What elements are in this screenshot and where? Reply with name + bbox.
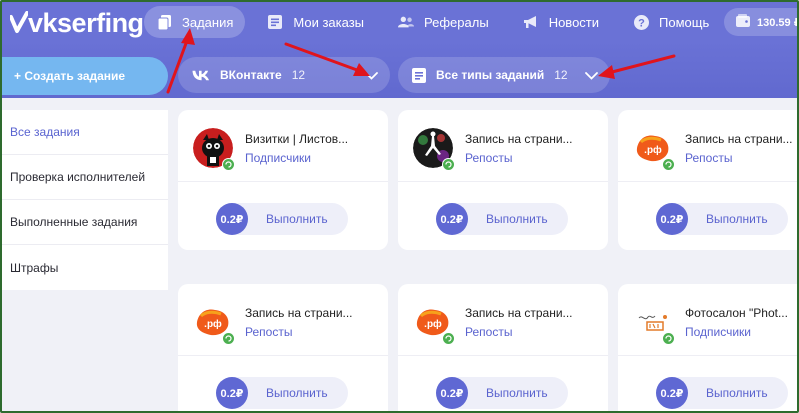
vk-icon xyxy=(192,70,210,81)
complete-button[interactable]: 0.2₽ Выполнить xyxy=(436,203,568,235)
task-type-filter-count: 12 xyxy=(554,68,568,82)
wallet-icon xyxy=(736,14,750,30)
main-nav: Задания Мои заказы Рефералы Новости ? По… xyxy=(144,6,731,38)
network-filter-count: 12 xyxy=(291,68,306,82)
sidebar: Все задания Проверка исполнителей Выполн… xyxy=(2,110,168,290)
nav-my-orders[interactable]: Мои заказы xyxy=(255,6,376,38)
chevron-down-icon xyxy=(365,69,378,83)
task-card[interactable]: Фотосалон "Phot... Подписчики 0.2₽ Выпол… xyxy=(618,284,797,411)
card-type[interactable]: Репосты xyxy=(465,151,512,165)
nav-referrals[interactable]: Рефералы xyxy=(386,6,501,38)
complete-label: Выполнить xyxy=(266,386,328,400)
svg-text:.рф: .рф xyxy=(204,318,222,330)
complete-button[interactable]: 0.2₽ Выполнить xyxy=(216,377,348,409)
complete-button[interactable]: 0.2₽ Выполнить xyxy=(656,377,788,409)
task-card[interactable]: .рф Запись на страни... Репосты 0.2₽ Вып… xyxy=(618,110,797,250)
megaphone-icon xyxy=(523,14,539,30)
task-card[interactable]: Запись на страни... Репосты 0.2₽ Выполни… xyxy=(398,110,608,250)
logo-check-icon xyxy=(10,11,28,33)
app-frame: vkserfing Задания Мои заказы Рефералы Но… xyxy=(0,0,799,413)
price-badge: 0.2₽ xyxy=(216,377,248,409)
nav-label: Помощь xyxy=(659,14,710,30)
network-filter-label: ВКонтакте xyxy=(220,68,282,82)
card-title: Запись на страни... xyxy=(465,132,573,146)
sidebar-item-penalties[interactable]: Штрафы xyxy=(2,245,168,290)
card-title: Запись на страни... xyxy=(245,306,353,320)
logo[interactable]: vkserfing xyxy=(10,8,144,38)
complete-label: Выполнить xyxy=(486,212,548,226)
nav-label: Новости xyxy=(548,14,600,30)
refresh-icon xyxy=(662,332,675,345)
complete-button[interactable]: 0.2₽ Выполнить xyxy=(436,377,568,409)
card-type[interactable]: Репосты xyxy=(465,325,512,339)
logo-text: vkserfing xyxy=(28,7,144,38)
create-task-button[interactable]: + Создать задание xyxy=(2,57,168,95)
complete-button[interactable]: 0.2₽ Выполнить xyxy=(656,203,788,235)
balance[interactable]: 130.59 ₽ xyxy=(724,8,799,36)
users-icon xyxy=(398,14,415,30)
task-card[interactable]: Визитки | Листов... Подписчики 0.2₽ Выпо… xyxy=(178,110,388,250)
card-type[interactable]: Подписчики xyxy=(245,151,311,165)
sidebar-item-completed-tasks[interactable]: Выполненные задания xyxy=(2,200,168,245)
balance-value: 130.59 ₽ xyxy=(757,16,799,29)
complete-label: Выполнить xyxy=(706,212,768,226)
task-type-filter[interactable]: Все типы заданий 12 xyxy=(398,57,610,93)
price-badge: 0.2₽ xyxy=(656,377,688,409)
complete-label: Выполнить xyxy=(266,212,328,226)
svg-text:?: ? xyxy=(638,17,645,29)
chevron-down-icon xyxy=(585,69,598,83)
card-type[interactable]: Подписчики xyxy=(685,325,751,339)
card-type[interactable]: Репосты xyxy=(685,151,732,165)
card-type[interactable]: Репосты xyxy=(245,325,292,339)
nav-news[interactable]: Новости xyxy=(511,6,611,38)
task-card[interactable]: .рф Запись на страни... Репосты 0.2₽ Вып… xyxy=(398,284,608,411)
refresh-icon xyxy=(222,332,235,345)
price-badge: 0.2₽ xyxy=(436,203,468,235)
card-title: Запись на страни... xyxy=(685,132,793,146)
svg-text:.рф: .рф xyxy=(424,318,442,330)
complete-label: Выполнить xyxy=(706,386,768,400)
document-icon xyxy=(412,67,426,83)
price-badge: 0.2₽ xyxy=(656,203,688,235)
refresh-icon xyxy=(222,158,235,171)
complete-label: Выполнить xyxy=(486,386,548,400)
question-icon: ? xyxy=(633,14,649,30)
price-badge: 0.2₽ xyxy=(216,203,248,235)
task-type-filter-label: Все типы заданий xyxy=(436,68,545,82)
refresh-icon xyxy=(662,158,675,171)
card-title: Фотосалон "Phot... xyxy=(685,306,788,320)
refresh-icon xyxy=(442,332,455,345)
nav-help[interactable]: ? Помощь xyxy=(621,6,721,38)
svg-text:.рф: .рф xyxy=(644,144,662,156)
sidebar-item-all-tasks[interactable]: Все задания xyxy=(2,110,168,155)
list-icon xyxy=(267,14,283,30)
nav-tasks[interactable]: Задания xyxy=(144,6,246,38)
refresh-icon xyxy=(442,158,455,171)
sidebar-item-check-performers[interactable]: Проверка исполнителей xyxy=(2,155,168,200)
nav-label: Задания xyxy=(182,14,234,30)
network-filter[interactable]: ВКонтакте 12 xyxy=(178,57,390,93)
document-icon xyxy=(156,14,172,30)
nav-label: Рефералы xyxy=(424,14,489,30)
card-title: Запись на страни... xyxy=(465,306,573,320)
create-task-label: + Создать задание xyxy=(14,69,126,83)
complete-button[interactable]: 0.2₽ Выполнить xyxy=(216,203,348,235)
task-card[interactable]: .рф Запись на страни... Репосты 0.2₽ Вып… xyxy=(178,284,388,411)
price-badge: 0.2₽ xyxy=(436,377,468,409)
nav-label: Мои заказы xyxy=(293,14,365,30)
card-title: Визитки | Листов... xyxy=(245,132,349,146)
